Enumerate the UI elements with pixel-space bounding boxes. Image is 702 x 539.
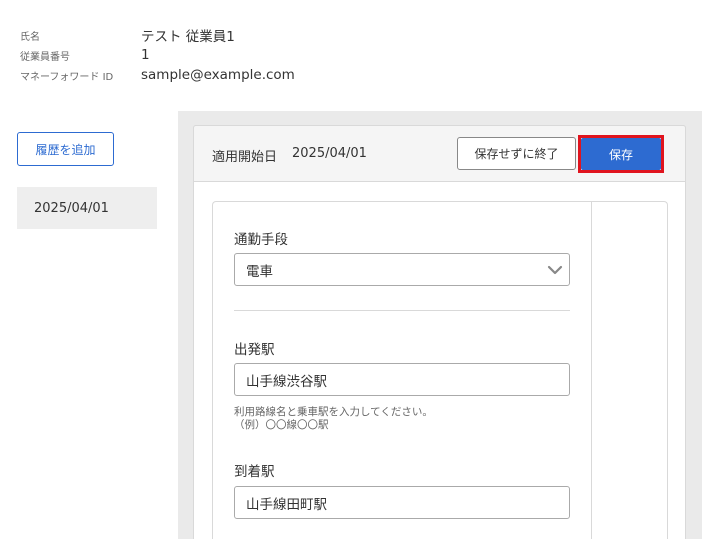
- page: 氏名 テスト 従業員1 従業員番号 1 マネーフォワード ID sample@e…: [0, 0, 702, 539]
- arrival-station-label: 到着駅: [234, 464, 275, 480]
- employee-name-row: 氏名 テスト 従業員1: [20, 25, 235, 45]
- mf-id-label: マネーフォワード ID: [20, 71, 114, 83]
- section-divider: [234, 310, 570, 311]
- commute-method-label: 通勤手段: [234, 232, 288, 248]
- employee-name-value: テスト 従業員1: [141, 29, 235, 45]
- mf-id-value: sample@example.com: [141, 67, 295, 83]
- mf-id-row: マネーフォワード ID sample@example.com: [20, 67, 295, 83]
- commute-method-select[interactable]: 電車: [234, 253, 570, 286]
- employee-number-value: 1: [141, 47, 150, 63]
- departure-help-example: （例）〇〇線〇〇駅: [234, 419, 329, 431]
- employee-number-label: 従業員番号: [20, 51, 70, 63]
- employee-name-label: 氏名: [20, 31, 40, 43]
- exit-without-saving-button[interactable]: 保存せずに終了: [457, 137, 576, 170]
- departure-station-input[interactable]: [234, 363, 570, 396]
- history-item[interactable]: 2025/04/01: [17, 187, 157, 229]
- save-button[interactable]: 保存: [581, 138, 661, 170]
- chevron-down-icon: [547, 265, 563, 275]
- add-history-button[interactable]: 履歴を追加: [17, 132, 114, 166]
- start-date-label: 適用開始日: [212, 150, 278, 165]
- commute-method-value: 電車: [246, 263, 273, 280]
- form-column-divider: [591, 201, 592, 539]
- departure-station-label: 出発駅: [234, 342, 275, 358]
- arrival-station-input[interactable]: [234, 486, 570, 519]
- start-date-value: 2025/04/01: [292, 146, 367, 161]
- departure-help-text: 利用路線名と乗車駅を入力してください。: [234, 406, 433, 418]
- employee-number-row: 従業員番号 1: [20, 47, 150, 63]
